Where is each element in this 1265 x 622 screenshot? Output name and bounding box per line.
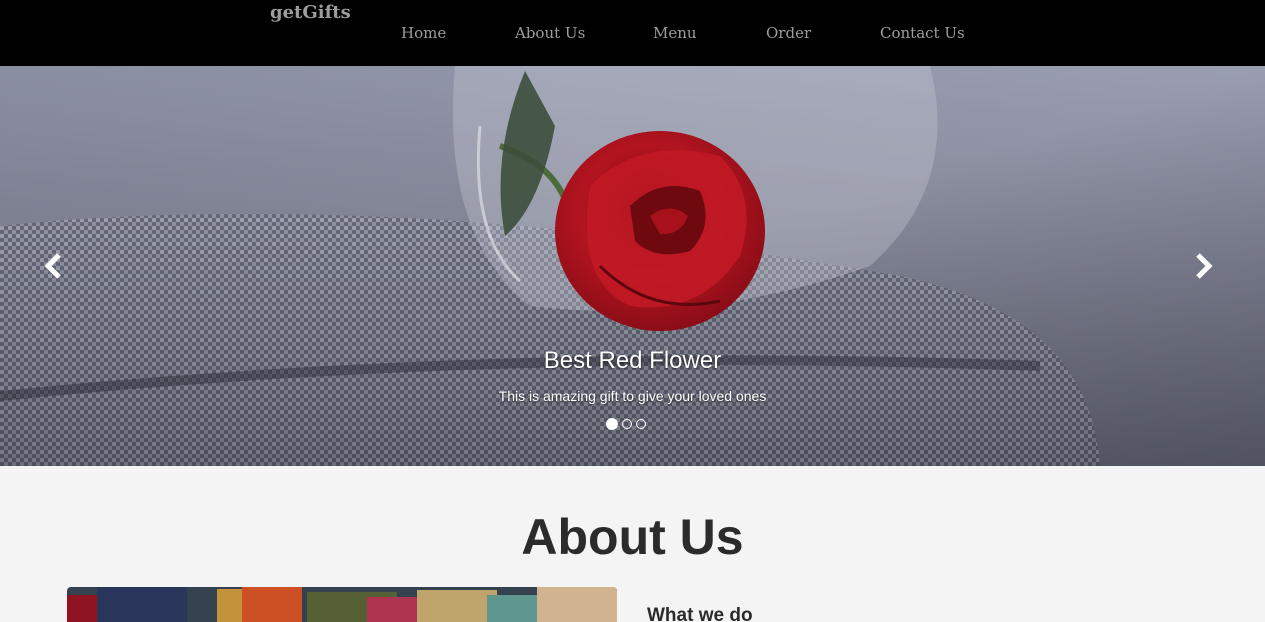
carousel-indicator-2[interactable] [622,419,632,429]
nav-link-home[interactable]: Home [401,24,446,42]
carousel-indicator-1[interactable] [606,418,618,430]
hero-carousel: Best Red Flower This is amazing gift to … [0,66,1265,466]
nav-link-order[interactable]: Order [766,24,811,42]
chevron-left-icon [44,253,61,279]
chevron-right-icon [1196,253,1213,279]
carousel-indicator-3[interactable] [636,419,646,429]
about-subheading: What we do [647,605,753,622]
nav-link-contact-us[interactable]: Contact Us [880,24,965,42]
nav-link-about-us[interactable]: About Us [515,24,585,42]
brand-logo[interactable]: getGifts [270,2,351,23]
carousel-next-button[interactable] [1187,251,1217,281]
carousel-indicators [606,418,646,431]
nav-link-menu[interactable]: Menu [653,24,697,42]
carousel-prev-button[interactable] [40,251,70,281]
about-heading: About Us [521,509,744,565]
slide-caption-title: Best Red Flower [543,347,722,374]
slide-caption-text: This is amazing gift to give your loved … [498,388,767,404]
about-image-gift-boxes [67,587,617,622]
navbar: getGifts Home About Us Menu Order Contac… [0,0,1265,66]
slide-image-red-rose [0,66,1265,466]
